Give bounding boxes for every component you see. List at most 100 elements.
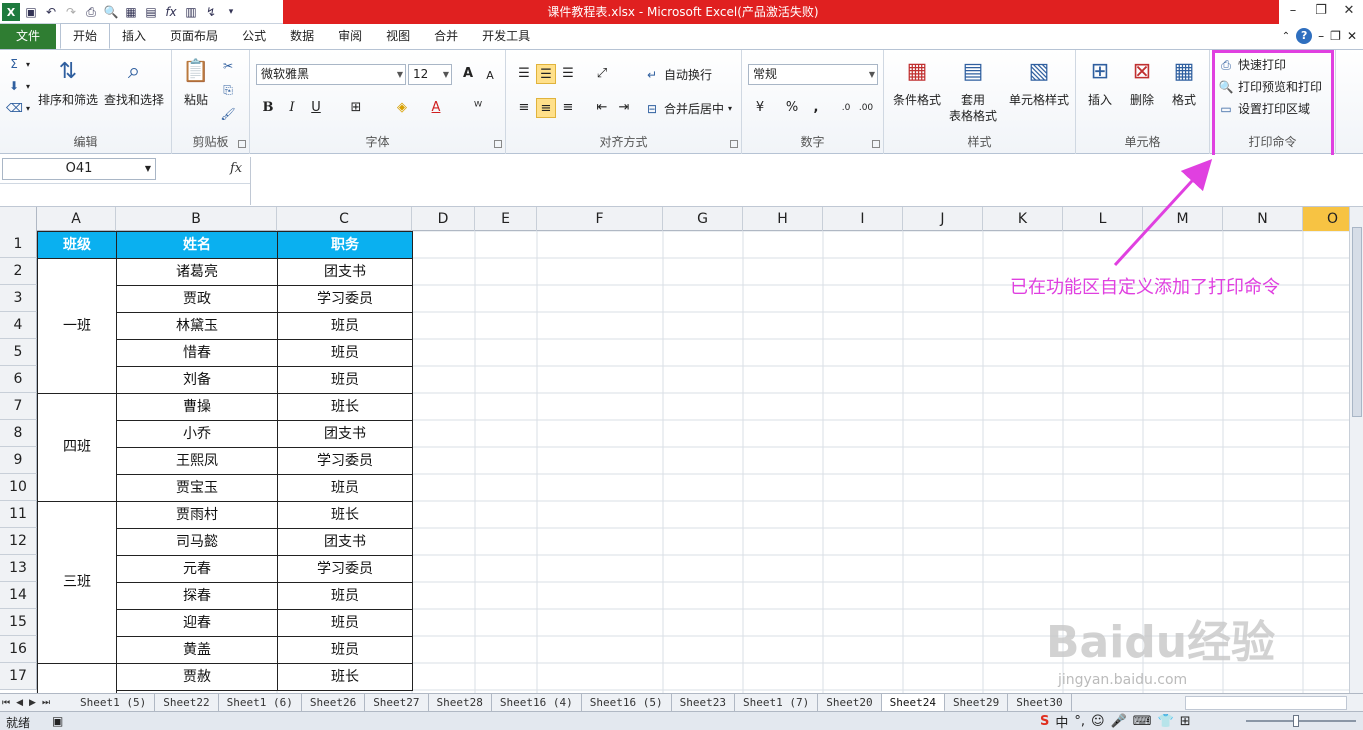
column-header-i[interactable]: I [823,207,903,231]
skin-icon[interactable]: 👕 [1158,714,1174,729]
name-cell[interactable]: 王熙凤 [116,447,278,475]
role-cell[interactable]: 班员 [277,582,413,610]
autosum-button[interactable]: Σ ▾ [6,56,30,72]
bold-icon[interactable]: B [258,98,278,118]
align-right-icon[interactable]: ≡ [558,98,578,118]
customize-qat-icon[interactable]: ▾ [222,3,240,21]
select-all-corner[interactable] [0,207,37,231]
font-size-combo[interactable]: 12 ▼ [408,64,452,85]
vertical-scrollbar[interactable] [1349,207,1363,693]
name-cell[interactable]: 小乔 [116,420,278,448]
insert-cells-button[interactable]: ⊞ 插入 [1080,56,1120,108]
name-cell[interactable]: 探春 [116,582,278,610]
column-header-j[interactable]: J [903,207,983,231]
role-cell[interactable]: 班长 [277,393,413,421]
decrease-indent-icon[interactable]: ⇤ [592,98,612,118]
class-merged-cell[interactable]: 四班 [37,393,117,502]
print-preview-icon[interactable]: 🔍 [102,3,120,21]
column-header-h[interactable]: H [743,207,823,231]
sort-filter-button[interactable]: ⇅ 排序和筛选 [36,56,100,108]
form-icon[interactable]: ▦ [122,3,140,21]
currency-icon[interactable]: ¥ [750,98,770,118]
workbook-minimize-icon[interactable]: – [1318,29,1324,43]
print-icon[interactable]: ⎙ [82,3,100,21]
border-icon[interactable]: ⊞ [346,98,366,118]
sheet-tab[interactable]: Sheet23 [672,694,735,712]
name-cell[interactable]: 贾赦 [116,663,278,691]
sheet-tab[interactable]: Sheet28 [429,694,492,712]
tab-data[interactable]: 数据 [278,24,326,49]
role-cell[interactable]: 班长 [277,501,413,529]
first-sheet-icon[interactable]: ⏮ [2,698,10,708]
grow-font-icon[interactable]: A [458,64,478,84]
undo-icon[interactable]: ↶ [42,3,60,21]
sheet-tab[interactable]: Sheet16 (4) [492,694,582,712]
help-icon[interactable]: ? [1296,28,1313,44]
decrease-decimal-icon[interactable]: .00 [856,98,876,118]
restore-button[interactable]: ❐ [1307,0,1335,24]
save-icon[interactable]: ▣ [22,3,40,21]
tab-home[interactable]: 开始 [60,23,111,49]
sheet-tab[interactable]: Sheet16 (5) [582,694,672,712]
sheet-tab[interactable]: Sheet1 (6) [219,694,302,712]
minimize-button[interactable]: – [1279,0,1307,24]
emoji-icon[interactable]: ☺ [1091,714,1105,729]
table-header-cell[interactable]: 班级 [37,231,117,259]
row-header-10[interactable]: 10 [0,474,37,501]
name-cell[interactable]: 刘备 [116,366,278,394]
column-header-o[interactable]: O [1303,207,1349,231]
align-top-icon[interactable]: ☰ [514,64,534,84]
row-header-11[interactable]: 11 [0,501,37,528]
conditional-format-button[interactable]: ▦ 条件格式 [888,56,946,108]
comma-icon[interactable]: , [806,98,826,118]
column-header-f[interactable]: F [537,207,663,231]
find-select-button[interactable]: ⌕ 查找和选择 [102,56,166,108]
role-cell[interactable]: 班员 [277,609,413,637]
tab-page-layout[interactable]: 页面布局 [158,24,230,49]
sheet-tab[interactable]: Sheet27 [365,694,429,712]
name-cell[interactable]: 司马懿 [116,528,278,556]
macro-icon[interactable]: ↯ [202,3,220,21]
row-header-6[interactable]: 6 [0,366,37,393]
role-cell[interactable]: 班长 [277,663,413,691]
row-header-3[interactable]: 3 [0,285,37,312]
column-header-k[interactable]: K [983,207,1063,231]
tab-insert[interactable]: 插入 [110,24,158,49]
format-painter-button[interactable]: 🖌 [220,106,236,122]
role-cell[interactable]: 班员 [277,474,413,502]
wrap-text-button[interactable]: ↵ 自动换行 [644,66,712,83]
cell-styles-button[interactable]: ▧ 单元格样式 [1004,56,1074,108]
insert-function-icon[interactable]: fx [230,161,242,176]
italic-icon[interactable]: I [282,98,302,118]
table-header-cell[interactable]: 姓名 [116,231,278,259]
column-header-m[interactable]: M [1143,207,1223,231]
tab-view[interactable]: 视图 [374,24,422,49]
underline-icon[interactable]: U [306,98,326,118]
increase-indent-icon[interactable]: ⇥ [614,98,634,118]
fx-icon[interactable]: fx [162,3,180,21]
copy-button[interactable]: ⎘ [220,82,236,98]
row-header-4[interactable]: 4 [0,312,37,339]
row-header-8[interactable]: 8 [0,420,37,447]
name-cell[interactable]: 贾政 [116,285,278,313]
class-merged-cell[interactable]: 三班 [37,501,117,664]
close-button[interactable]: ✕ [1335,0,1363,24]
tab-file[interactable]: 文件 [0,24,57,49]
row-header-17[interactable]: 17 [0,663,37,690]
sheet-tab[interactable]: Sheet30 [1008,694,1072,712]
name-cell[interactable]: 迎春 [116,609,278,637]
row-header-12[interactable]: 12 [0,528,37,555]
orientation-icon[interactable]: ⤢ [592,64,612,84]
row-header-5[interactable]: 5 [0,339,37,366]
tab-developer[interactable]: 开发工具 [470,24,542,49]
align-center-icon[interactable]: ≡ [536,98,556,118]
keyboard-icon[interactable]: ⌨ [1133,714,1152,729]
role-cell[interactable]: 班员 [277,636,413,664]
role-cell[interactable]: 班员 [277,366,413,394]
workbook-close-icon[interactable]: ✕ [1347,29,1357,43]
sheet-tab[interactable]: Sheet1 (5) [72,694,156,712]
format-cells-button[interactable]: ▦ 格式 [1164,56,1204,108]
role-cell[interactable]: 团支书 [277,420,413,448]
fill-button[interactable]: ⬇ ▾ [6,78,30,94]
horizontal-scrollbar[interactable] [1185,696,1347,710]
